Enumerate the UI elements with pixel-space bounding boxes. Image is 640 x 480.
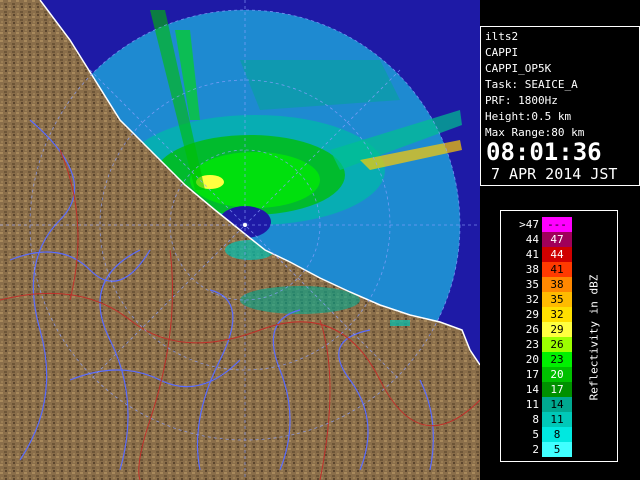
legend-low-value: 17 [525, 368, 539, 381]
legend-low-value: 35 [525, 278, 539, 291]
legend-row: 41 44 [513, 247, 573, 262]
radar-map [0, 0, 480, 480]
legend-high-value: --- [547, 218, 567, 231]
legend-color-swatch: 44 [542, 247, 572, 262]
legend-row: 25 [513, 442, 573, 457]
legend-low-value: 23 [525, 338, 539, 351]
height-label: Height:0.5 km [485, 110, 572, 123]
legend-row: 23 26 [513, 337, 573, 352]
legend-color-swatch: --- [542, 217, 572, 232]
legend-high-value: 32 [550, 308, 564, 321]
legend-low-value: 5 [532, 428, 539, 441]
legend-low-value: 11 [525, 398, 539, 411]
radar-display: ilts2 CAPPI CAPPI_OP5K Task: SEAICE_A PR… [0, 0, 640, 480]
legend-color-swatch: 5 [542, 442, 572, 457]
legend-row: 8 11 [513, 412, 573, 427]
prf-label: PRF: 1800Hz [485, 94, 558, 107]
legend-row: 14 17 [513, 382, 573, 397]
reflectivity-legend: >47 --- 44 47 41 44 38 41 35 38 32 35 29 32 26 29 23 26 20… [500, 210, 618, 462]
legend-color-swatch: 26 [542, 337, 572, 352]
legend-row: 35 38 [513, 277, 573, 292]
legend-color-swatch: 35 [542, 292, 572, 307]
legend-high-value: 29 [550, 323, 564, 336]
legend-low-value: 29 [525, 308, 539, 321]
legend-title-container: Reflectivity in dBZ [579, 223, 609, 451]
legend-low-value: 41 [525, 248, 539, 261]
product-name: CAPPI [485, 46, 519, 59]
info-panel: ilts2 CAPPI CAPPI_OP5K Task: SEAICE_A PR… [480, 26, 640, 186]
legend-high-value: 47 [550, 233, 564, 246]
date-display: 7 APR 2014 JST [491, 165, 618, 183]
site-name: ilts2 [485, 30, 519, 43]
legend-row: 20 23 [513, 352, 573, 367]
legend-high-value: 20 [550, 368, 564, 381]
legend-low-value: 38 [525, 263, 539, 276]
legend-row: 26 29 [513, 322, 573, 337]
time-display: 08:01:36 [486, 138, 602, 166]
legend-color-swatch: 47 [542, 232, 572, 247]
radar-site-marker [243, 223, 247, 227]
legend-color-swatch: 8 [542, 427, 572, 442]
legend-low-value: 20 [525, 353, 539, 366]
legend-low-value: 2 [532, 443, 539, 456]
legend-row: 58 [513, 427, 573, 442]
legend-color-swatch: 38 [542, 277, 572, 292]
legend-high-value: 44 [550, 248, 564, 261]
legend-low-value: 26 [525, 323, 539, 336]
legend-color-swatch: 29 [542, 322, 572, 337]
task-label: Task: SEAICE_A [485, 78, 578, 91]
legend-row: >47 --- [513, 217, 573, 232]
legend-row: 32 35 [513, 292, 573, 307]
legend-color-swatch: 41 [542, 262, 572, 277]
legend-high-value: 23 [550, 353, 564, 366]
legend-low-value: 44 [525, 233, 539, 246]
legend-high-value: 41 [550, 263, 564, 276]
product-code: CAPPI_OP5K [485, 62, 552, 75]
legend-color-swatch: 20 [542, 367, 572, 382]
legend-high-value: 5 [553, 443, 561, 456]
legend-low-value: 32 [525, 293, 539, 306]
legend-color-swatch: 23 [542, 352, 572, 367]
legend-high-value: 8 [553, 428, 561, 441]
legend-row: 44 47 [513, 232, 573, 247]
legend-high-value: 11 [550, 413, 564, 426]
legend-color-swatch: 14 [542, 397, 572, 412]
legend-low-value: >47 [519, 218, 539, 231]
legend-high-value: 17 [550, 383, 564, 396]
legend-high-value: 38 [550, 278, 564, 291]
legend-row: 11 14 [513, 397, 573, 412]
legend-row: 29 32 [513, 307, 573, 322]
legend-color-swatch: 17 [542, 382, 572, 397]
legend-color-swatch: 32 [542, 307, 572, 322]
legend-high-value: 35 [550, 293, 564, 306]
legend-color-swatch: 11 [542, 412, 572, 427]
legend-low-value: 8 [532, 413, 539, 426]
legend-low-value: 14 [525, 383, 539, 396]
legend-high-value: 14 [550, 398, 564, 411]
legend-title: Reflectivity in dBZ [587, 274, 601, 400]
legend-high-value: 26 [550, 338, 564, 351]
legend-row: 38 41 [513, 262, 573, 277]
legend-row: 17 20 [513, 367, 573, 382]
